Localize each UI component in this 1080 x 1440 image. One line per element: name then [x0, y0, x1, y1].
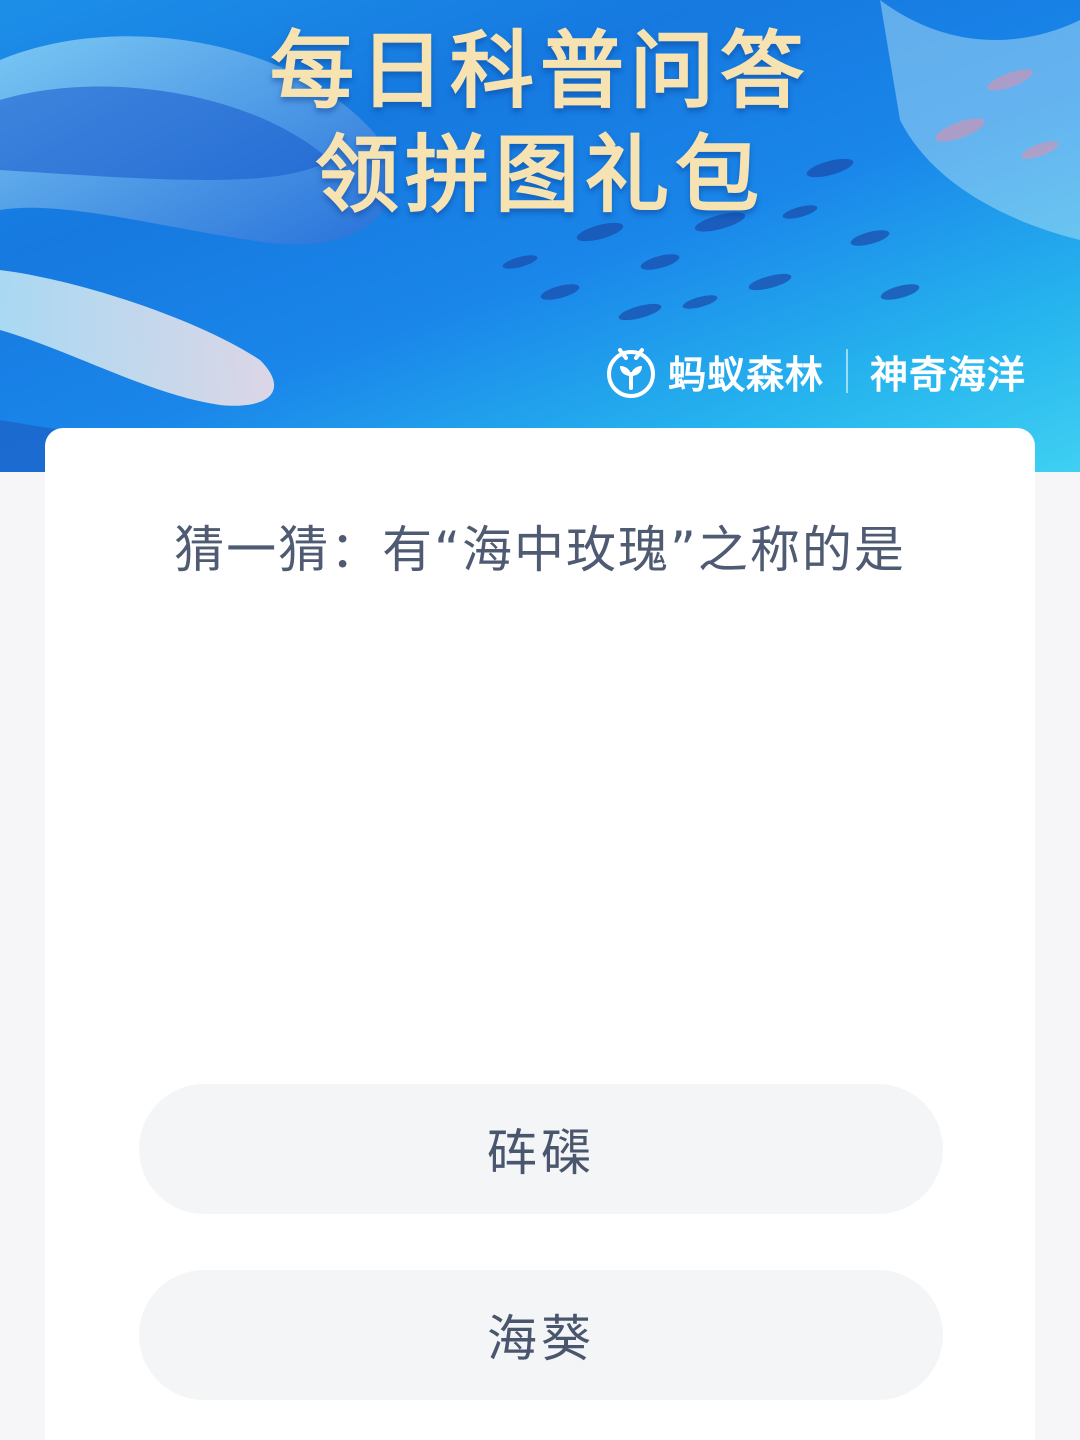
- answer-option-1[interactable]: 砗磲: [139, 1084, 943, 1214]
- answer-option-2[interactable]: 海葵: [139, 1270, 943, 1400]
- quiz-card: 猜一猜：有“海中玫瑰”之称的是 砗磲 海葵: [45, 428, 1035, 1440]
- banner: 每日科普问答 领拼图礼包 蚂蚁森林 神奇海洋: [0, 0, 1080, 472]
- brand-name: 蚂蚁森林: [667, 352, 824, 397]
- brand-subtitle: 神奇海洋: [869, 352, 1026, 397]
- question-text: 猜一猜：有“海中玫瑰”之称的是: [174, 521, 906, 579]
- brand-divider: [845, 349, 848, 393]
- banner-title-line2: 领拼图礼包: [314, 126, 765, 224]
- brand-bar: 蚂蚁森林 神奇海洋: [602, 336, 1026, 406]
- ant-forest-sprout-icon: [606, 348, 655, 398]
- banner-title-line1: 每日科普问答: [269, 22, 810, 120]
